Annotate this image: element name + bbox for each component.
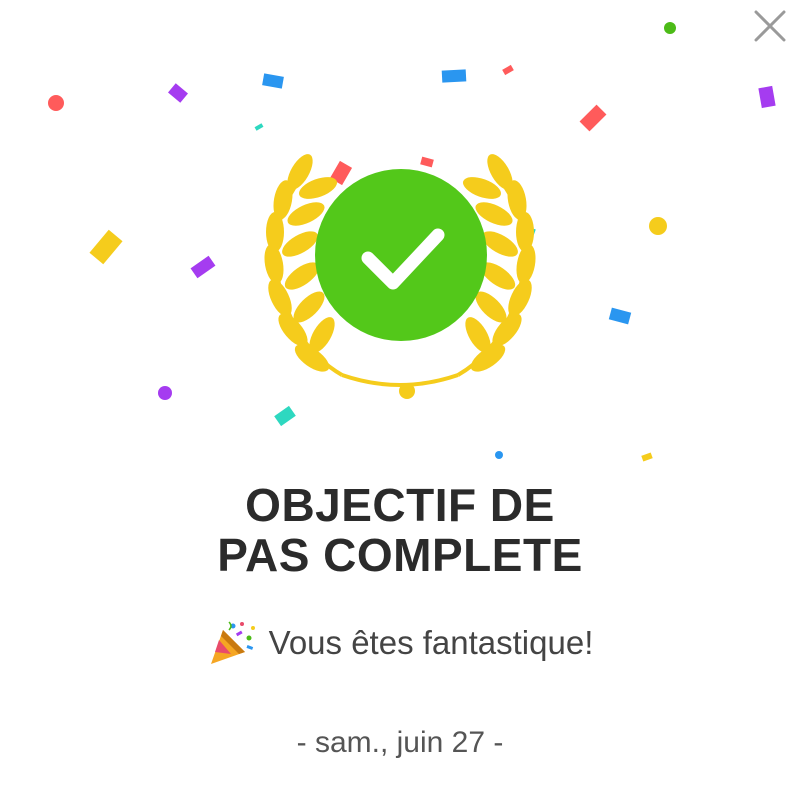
close-button[interactable] <box>748 4 792 48</box>
date-label: - sam., juin 27 - <box>296 726 504 759</box>
page-title: OBJECTIF DE PAS COMPLETE <box>0 480 800 580</box>
achievement-badge <box>264 154 536 399</box>
party-popper-icon <box>210 621 255 664</box>
subtitle-row: Vous êtes fantastique! <box>0 618 800 668</box>
celebration-dialog: OBJECTIF DE PAS COMPLETE Vous êtes fanta… <box>0 0 800 800</box>
check-circle <box>315 169 487 341</box>
subtitle-text: Vous êtes fantastique! <box>268 624 594 661</box>
title-line-2: PAS COMPLETE <box>217 529 583 581</box>
title-line-1: OBJECTIF DE <box>245 479 555 531</box>
close-icon <box>754 10 786 42</box>
